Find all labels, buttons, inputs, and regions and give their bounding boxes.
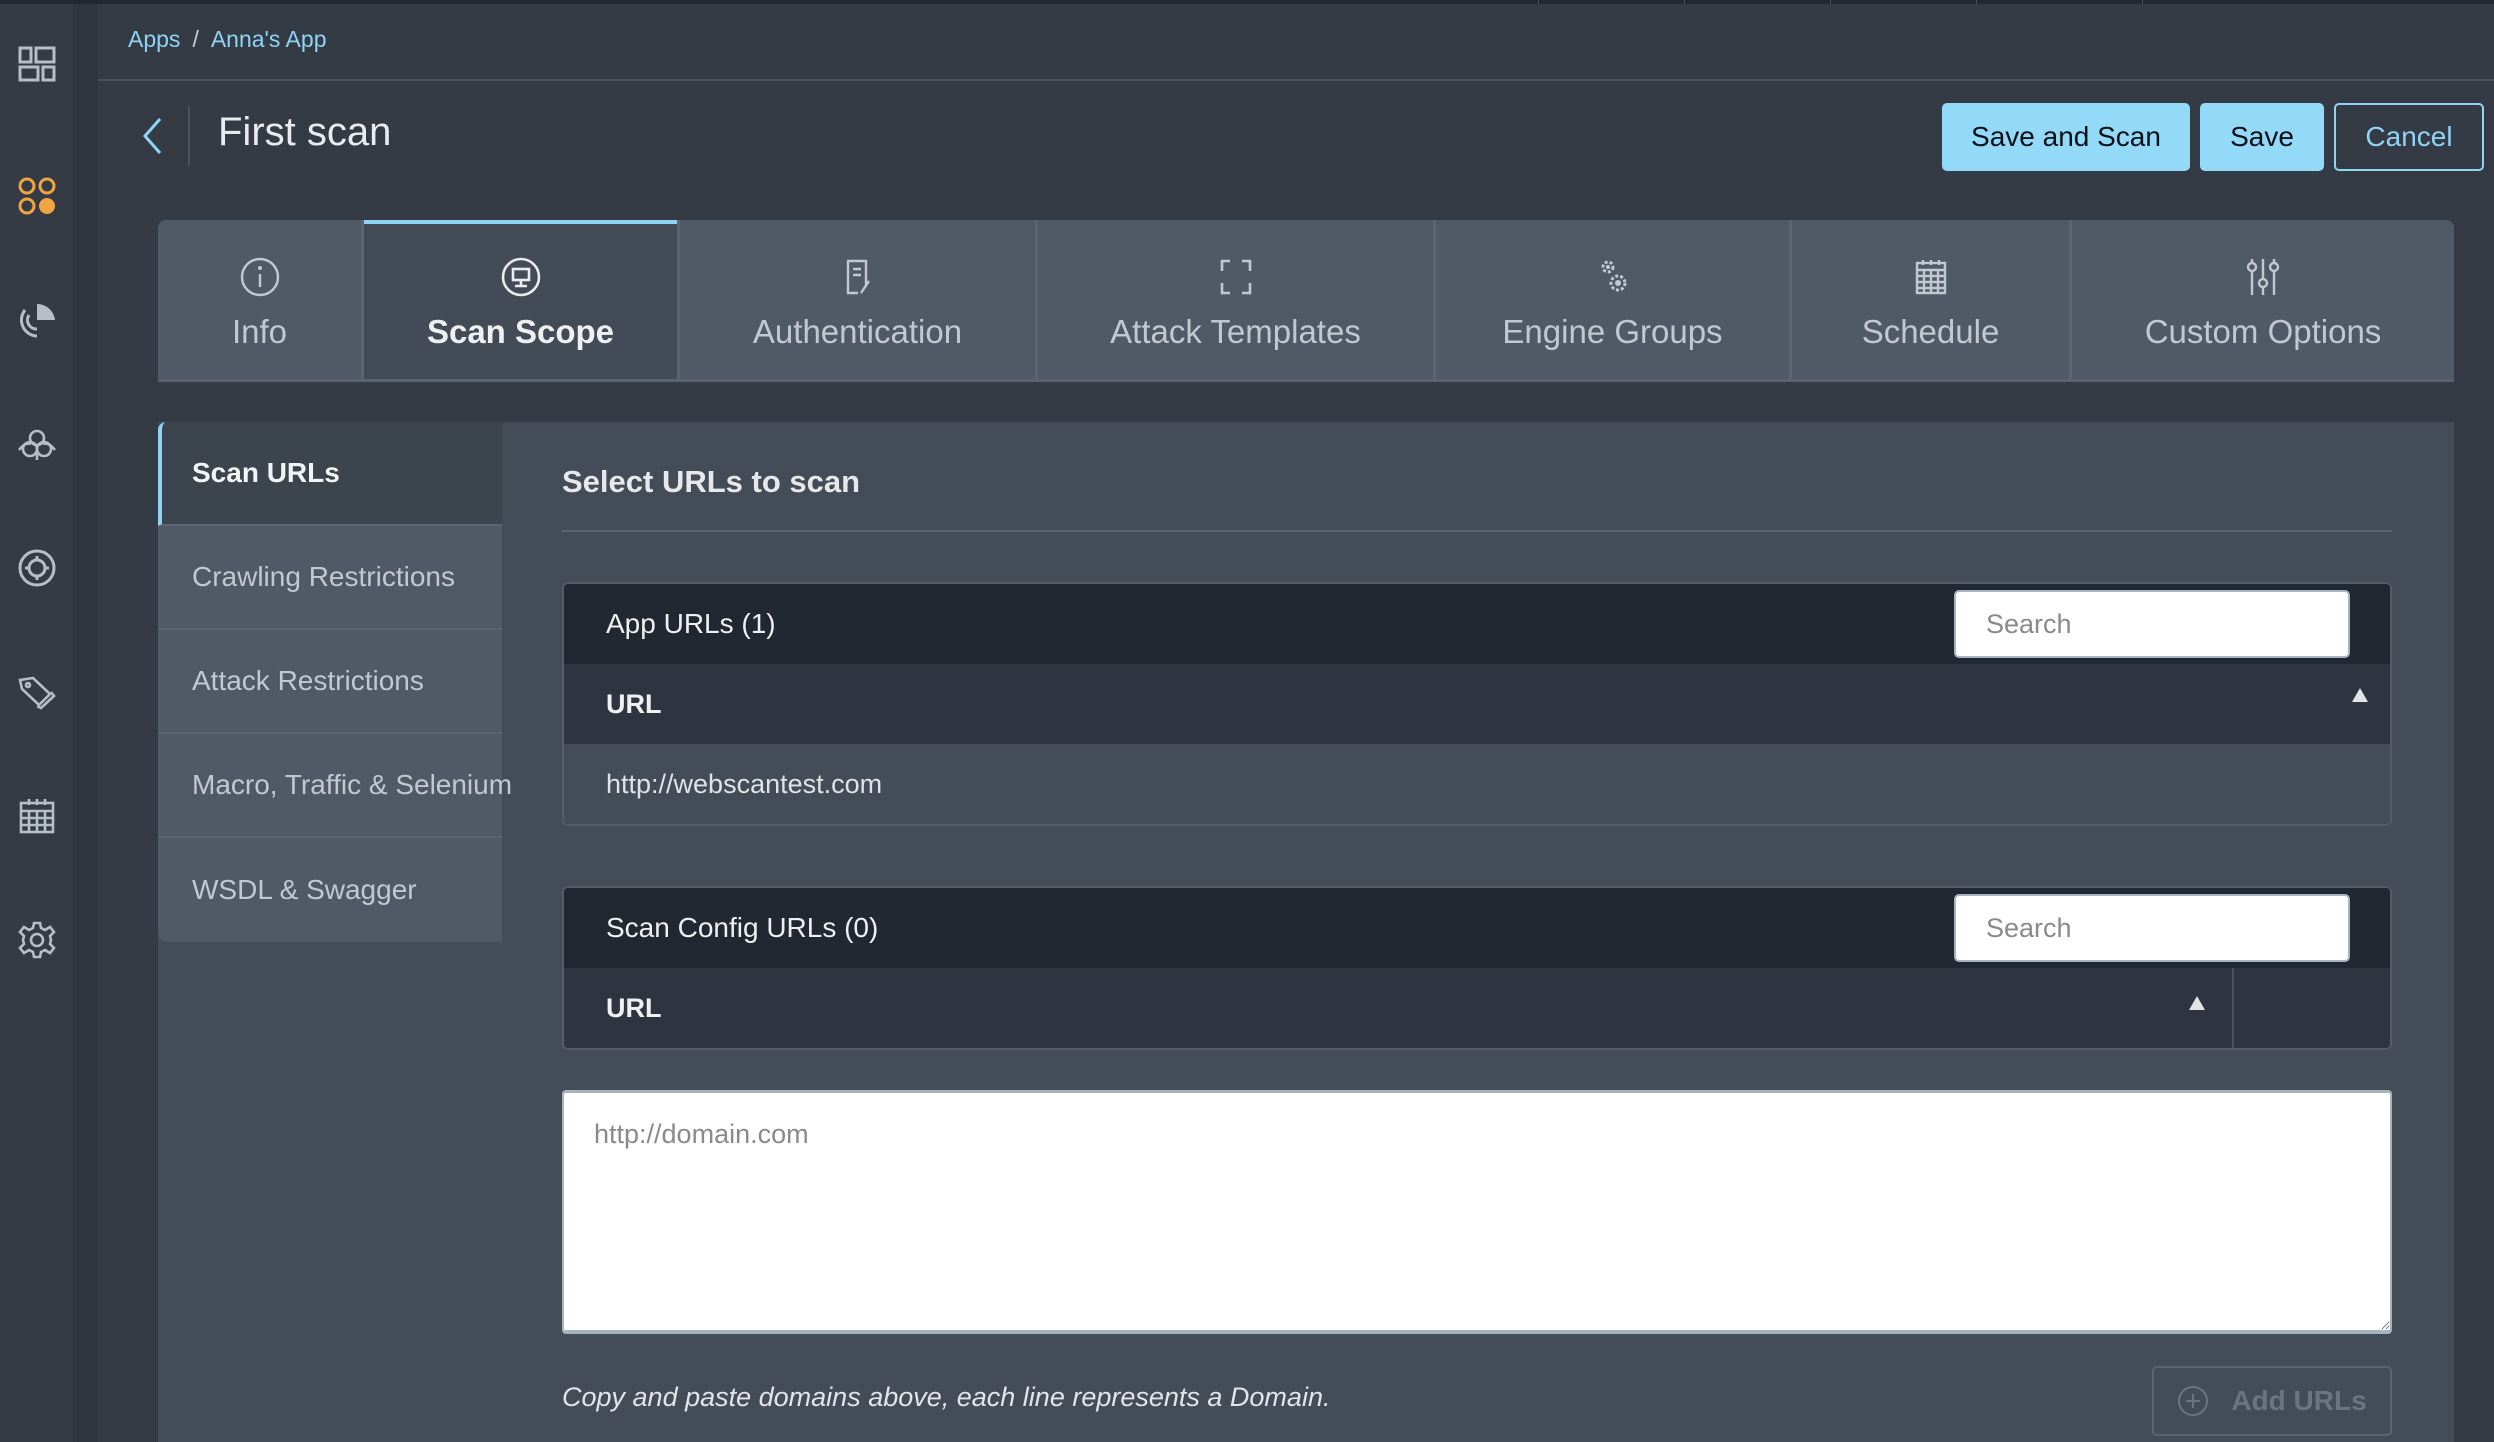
- app-urls-panel: App URLs (1) URL http://webscantest.com: [562, 582, 2392, 826]
- chevron-left-icon: [142, 118, 162, 154]
- rail-edge: [73, 4, 98, 1442]
- domains-hint: Copy and paste domains above, each line …: [562, 1382, 1331, 1412]
- scan-config-urls-search: [1954, 894, 2350, 962]
- table-row[interactable]: http://webscantest.com: [564, 744, 2390, 824]
- gears-icon: [1591, 255, 1635, 299]
- scan-scope-panel: Scan URLs Crawling Restrictions Attack R…: [158, 422, 2454, 1442]
- scan-config-urls-column-header: URL: [564, 968, 2390, 1048]
- breadcrumb-apps[interactable]: Apps: [128, 26, 180, 53]
- tab-label: Scan Scope: [426, 312, 615, 350]
- rail-item-scans[interactable]: [17, 300, 57, 340]
- info-icon: [238, 255, 282, 299]
- top-strip-divider: [1830, 0, 1831, 4]
- breadcrumb: Apps / Anna's App: [128, 26, 326, 53]
- apps-icon: [18, 177, 56, 215]
- scan-config-tabs: Info Scan Scope Authentication Attack Te…: [158, 220, 2454, 382]
- tab-attack-templates[interactable]: Attack Templates: [1038, 220, 1436, 379]
- url-column-label[interactable]: URL: [564, 993, 2390, 1024]
- plus-circle-icon: [2178, 1386, 2209, 1416]
- biohazard-icon: [17, 429, 57, 460]
- monitor-icon: [499, 255, 543, 299]
- top-strip: [0, 0, 2494, 4]
- tab-label: Schedule: [1861, 312, 2000, 350]
- rail-item-tags[interactable]: [17, 672, 57, 712]
- top-strip-divider: [1538, 0, 1539, 4]
- tab-label: Engine Groups: [1502, 312, 1723, 350]
- document-edit-icon: [836, 255, 880, 299]
- app-urls-search-input[interactable]: [1986, 608, 2340, 640]
- add-urls-button[interactable]: Add URLs: [2152, 1366, 2392, 1436]
- breadcrumb-separator: /: [192, 26, 199, 52]
- tab-info[interactable]: Info: [158, 220, 364, 379]
- add-urls-label: Add URLs: [2231, 1385, 2367, 1416]
- app-urls-search: [1954, 590, 2350, 658]
- scan-config-urls-panel: Scan Config URLs (0) URL: [562, 886, 2392, 1050]
- back-button[interactable]: [134, 113, 170, 159]
- tab-schedule[interactable]: Schedule: [1792, 220, 2072, 379]
- page-title: First scan: [218, 110, 392, 154]
- subnav-item-macro-traffic-selenium[interactable]: Macro, Traffic & Selenium: [158, 734, 512, 838]
- rail-item-targets[interactable]: [17, 548, 57, 588]
- sliders-icon: [2241, 255, 2285, 299]
- rail-item-vulnerabilities[interactable]: [17, 424, 57, 464]
- app-urls-title: App URLs (1): [606, 608, 776, 639]
- scan-config-urls-header: Scan Config URLs (0): [564, 888, 2390, 968]
- calendar-icon: [19, 799, 55, 834]
- tab-label: Custom Options: [2144, 312, 2382, 350]
- subnav-item-wsdl-swagger[interactable]: WSDL & Swagger: [158, 838, 502, 942]
- top-strip-divider: [1976, 0, 1977, 4]
- scan-config-urls-title: Scan Config URLs (0): [606, 912, 879, 943]
- url-column-label[interactable]: URL: [564, 689, 2390, 720]
- cancel-button[interactable]: Cancel: [2334, 103, 2484, 171]
- subnav-item-attack-restrictions[interactable]: Attack Restrictions: [158, 630, 502, 734]
- actions-column-header: [2232, 968, 2390, 1048]
- tab-scan-scope[interactable]: Scan Scope: [364, 220, 680, 379]
- tab-label: Info: [231, 312, 288, 350]
- rail-item-apps[interactable]: [17, 176, 57, 216]
- target-icon: [18, 549, 56, 587]
- app-urls-header: App URLs (1): [564, 584, 2390, 664]
- breadcrumb-current-app[interactable]: Anna's App: [211, 26, 327, 53]
- title-divider: [188, 106, 190, 166]
- domains-textarea[interactable]: [562, 1090, 2392, 1334]
- save-button[interactable]: Save: [2200, 103, 2324, 171]
- subnav-item-crawling-restrictions[interactable]: Crawling Restrictions: [158, 526, 502, 630]
- tab-custom-options[interactable]: Custom Options: [2072, 220, 2454, 379]
- app-urls-column-header: URL: [564, 664, 2390, 744]
- sort-ascending-icon[interactable]: [2352, 688, 2368, 702]
- brackets-frame-icon: [1214, 255, 1258, 299]
- section-title: Select URLs to scan: [562, 464, 861, 499]
- save-and-scan-button[interactable]: Save and Scan: [1942, 103, 2190, 171]
- rail-item-settings[interactable]: [17, 920, 57, 960]
- tags-icon: [18, 676, 56, 710]
- scan-scope-subnav: Scan URLs Crawling Restrictions Attack R…: [158, 422, 512, 942]
- sort-ascending-icon[interactable]: [2189, 996, 2205, 1010]
- dashboard-icon: [18, 46, 56, 82]
- top-strip-divider: [2142, 0, 2143, 4]
- settings-gear-icon: [18, 921, 56, 959]
- tab-label: Authentication: [752, 312, 963, 350]
- header-divider: [98, 79, 2494, 81]
- calendar-icon: [1909, 255, 1953, 299]
- tab-label: Attack Templates: [1110, 312, 1361, 350]
- top-strip-divider: [1684, 0, 1685, 4]
- scan-config-urls-search-input[interactable]: [1986, 912, 2340, 944]
- subnav-item-scan-urls[interactable]: Scan URLs: [158, 422, 502, 526]
- section-divider: [562, 530, 2392, 532]
- scans-radar-icon: [20, 303, 55, 338]
- tab-authentication[interactable]: Authentication: [680, 220, 1038, 379]
- tab-engine-groups[interactable]: Engine Groups: [1436, 220, 1792, 379]
- rail-item-dashboard[interactable]: [17, 44, 57, 84]
- rail-item-schedule[interactable]: [17, 796, 57, 836]
